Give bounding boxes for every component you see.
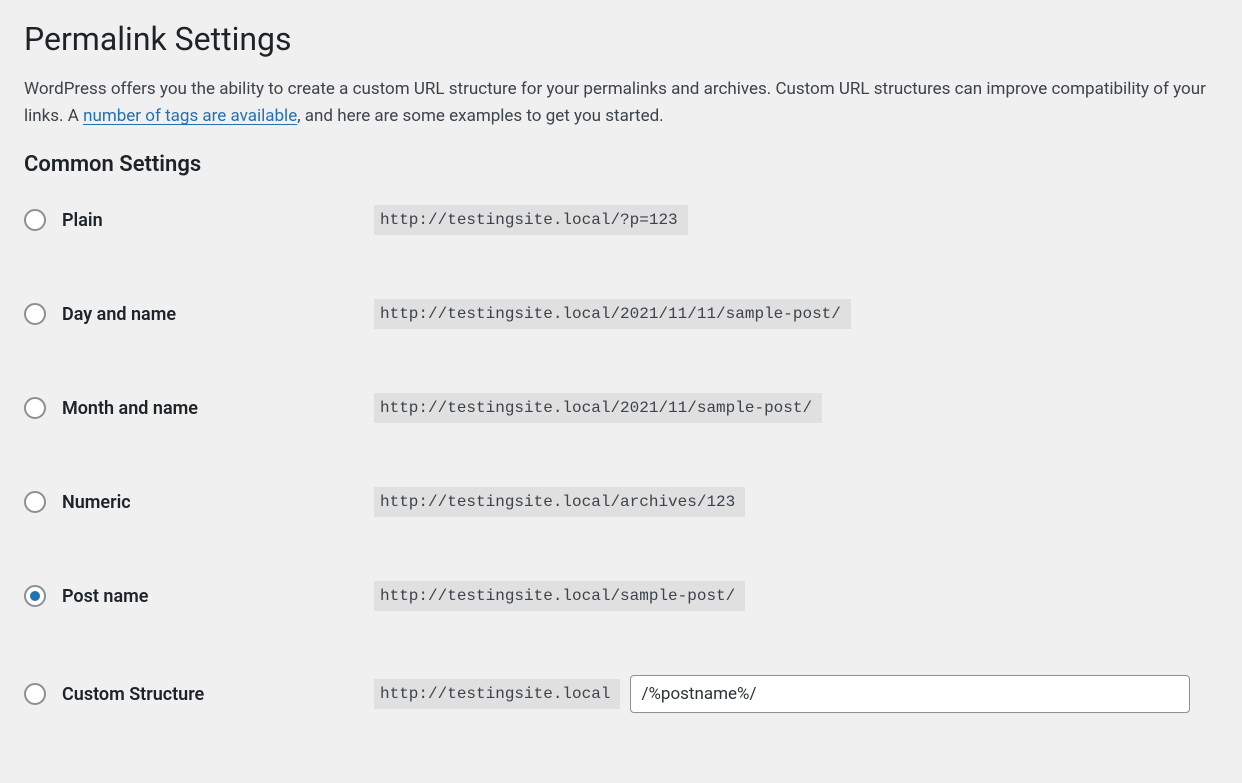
option-row-plain: Plain http://testingsite.local/?p=123 <box>24 205 1218 235</box>
option-right: http://testingsite.local <box>374 675 1190 713</box>
radio-day-name[interactable] <box>24 303 46 325</box>
option-row-day-name: Day and name http://testingsite.local/20… <box>24 299 1218 329</box>
option-left: Day and name <box>24 303 374 325</box>
option-label: Numeric <box>62 492 131 513</box>
option-label: Post name <box>62 586 148 607</box>
option-left: Post name <box>24 585 374 607</box>
option-row-month-name: Month and name http://testingsite.local/… <box>24 393 1218 423</box>
page-title: Permalink Settings <box>24 20 1218 58</box>
custom-structure-input[interactable] <box>630 675 1190 713</box>
tags-available-link[interactable]: number of tags are available <box>83 106 297 126</box>
option-row-numeric: Numeric http://testingsite.local/archive… <box>24 487 1218 517</box>
option-label: Month and name <box>62 398 198 419</box>
option-right: http://testingsite.local/?p=123 <box>374 205 688 235</box>
option-label: Custom Structure <box>62 684 204 705</box>
option-label: Day and name <box>62 304 176 325</box>
option-example: http://testingsite.local/2021/11/11/samp… <box>374 299 851 329</box>
option-right: http://testingsite.local/2021/11/11/samp… <box>374 299 851 329</box>
option-row-post-name: Post name http://testingsite.local/sampl… <box>24 581 1218 611</box>
custom-base-url: http://testingsite.local <box>374 679 620 709</box>
permalink-options-list: Plain http://testingsite.local/?p=123 Da… <box>24 205 1218 713</box>
option-left: Month and name <box>24 397 374 419</box>
option-example: http://testingsite.local/sample-post/ <box>374 581 745 611</box>
option-left: Plain <box>24 209 374 231</box>
common-settings-heading: Common Settings <box>24 152 1218 177</box>
page-description: WordPress offers you the ability to crea… <box>24 76 1218 130</box>
option-label: Plain <box>62 210 103 231</box>
radio-month-name[interactable] <box>24 397 46 419</box>
option-example: http://testingsite.local/?p=123 <box>374 205 688 235</box>
option-right: http://testingsite.local/archives/123 <box>374 487 745 517</box>
radio-custom-structure[interactable] <box>24 683 46 705</box>
option-row-custom-structure: Custom Structure http://testingsite.loca… <box>24 675 1218 713</box>
option-right: http://testingsite.local/2021/11/sample-… <box>374 393 822 423</box>
option-left: Custom Structure <box>24 683 374 705</box>
option-example: http://testingsite.local/2021/11/sample-… <box>374 393 822 423</box>
option-left: Numeric <box>24 491 374 513</box>
radio-post-name[interactable] <box>24 585 46 607</box>
option-right: http://testingsite.local/sample-post/ <box>374 581 745 611</box>
description-text-suffix: , and here are some examples to get you … <box>297 106 663 126</box>
radio-plain[interactable] <box>24 209 46 231</box>
radio-numeric[interactable] <box>24 491 46 513</box>
option-example: http://testingsite.local/archives/123 <box>374 487 745 517</box>
